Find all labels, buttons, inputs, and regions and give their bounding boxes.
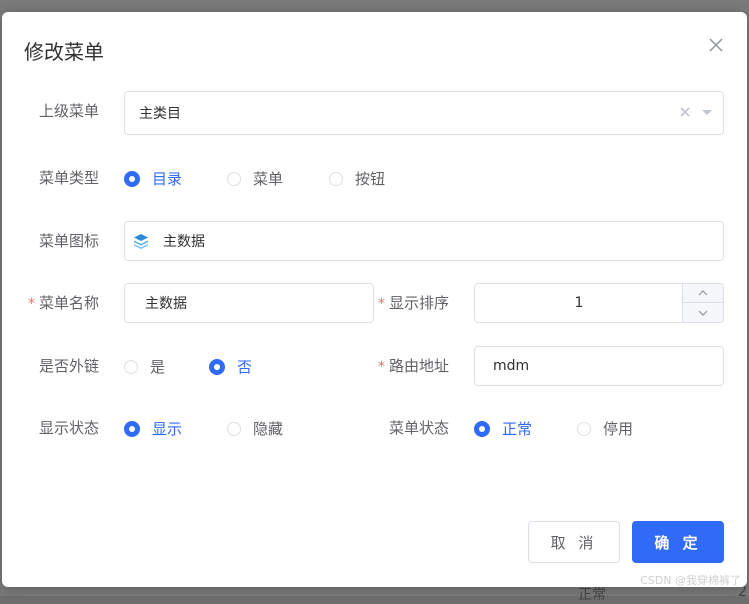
- radio-label: 隐藏: [253, 420, 284, 438]
- display-order-label: * 显示排序: [378, 294, 450, 312]
- required-asterisk: *: [378, 296, 385, 312]
- radio-label: 菜单: [253, 170, 284, 188]
- radio-label: 是: [150, 358, 166, 376]
- radio-checked-icon: [124, 420, 140, 437]
- radio-label: 目录: [152, 170, 183, 188]
- route-path-value: mdm: [493, 358, 530, 374]
- required-asterisk: *: [378, 359, 385, 375]
- radio-label: 正常: [502, 420, 533, 438]
- parent-menu-label: 上级菜单: [39, 102, 100, 120]
- radio-unchecked-icon: [227, 171, 241, 186]
- parent-menu-select[interactable]: 主类目: [124, 91, 724, 135]
- database-icon: [133, 233, 149, 249]
- chevron-up-icon[interactable]: [683, 284, 723, 303]
- edit-menu-dialog: 修改菜单 上级菜单 主类目 菜单类型 目录 菜单 按钮 菜单图标 主数据 * 菜…: [2, 12, 747, 587]
- radio-label: 停用: [603, 420, 634, 438]
- radio-label: 否: [237, 358, 253, 376]
- menu-name-value: 主数据: [145, 296, 187, 312]
- radio-label: 按钮: [355, 170, 386, 188]
- display-order-value: 1: [574, 295, 584, 311]
- display-order-stepper[interactable]: 1: [474, 283, 724, 323]
- stepper-controls: [682, 284, 723, 322]
- is-external-option-no[interactable]: 否: [209, 356, 252, 377]
- route-path-label: * 路由地址: [378, 357, 450, 375]
- menu-icon-value: 主数据: [163, 234, 205, 250]
- menu-type-label: 菜单类型: [39, 169, 100, 187]
- is-external-option-yes[interactable]: 是: [124, 356, 165, 377]
- chevron-down-icon[interactable]: [701, 106, 713, 122]
- radio-checked-icon: [209, 358, 225, 375]
- menu-icon-label: 菜单图标: [39, 232, 100, 250]
- menu-type-option-menu[interactable]: 菜单: [227, 168, 283, 189]
- radio-unchecked-icon: [329, 171, 343, 186]
- status-option-disabled[interactable]: 停用: [577, 418, 633, 439]
- radio-label: 显示: [152, 420, 183, 438]
- radio-checked-icon: [474, 420, 490, 437]
- radio-unchecked-icon: [124, 359, 138, 374]
- radio-unchecked-icon: [227, 421, 241, 436]
- chevron-down-icon[interactable]: [683, 303, 723, 322]
- parent-menu-value: 主类目: [139, 106, 181, 122]
- required-asterisk: *: [28, 296, 35, 312]
- route-path-input[interactable]: mdm: [474, 346, 724, 386]
- background-status-text: 正常: [578, 587, 606, 603]
- confirm-button[interactable]: 确 定: [632, 521, 724, 563]
- menu-type-option-directory[interactable]: 目录: [124, 168, 182, 189]
- radio-checked-icon: [124, 170, 140, 187]
- cancel-button[interactable]: 取 消: [528, 521, 620, 563]
- visible-option-show[interactable]: 显示: [124, 418, 182, 439]
- menu-name-input[interactable]: 主数据: [124, 283, 374, 323]
- status-label: 菜单状态: [389, 419, 450, 437]
- dialog-title: 修改菜单: [24, 40, 104, 64]
- radio-unchecked-icon: [577, 421, 591, 436]
- visible-label: 显示状态: [39, 419, 100, 437]
- clear-icon[interactable]: [679, 106, 691, 122]
- menu-icon-input[interactable]: 主数据: [124, 221, 724, 261]
- menu-type-option-button[interactable]: 按钮: [329, 168, 385, 189]
- visible-option-hide[interactable]: 隐藏: [227, 418, 283, 439]
- menu-name-label: * 菜单名称: [28, 294, 100, 312]
- is-external-label: 是否外链: [39, 357, 100, 375]
- watermark-text: CSDN @我穿棉裤了: [640, 574, 741, 587]
- close-icon[interactable]: [707, 36, 725, 54]
- status-option-normal[interactable]: 正常: [474, 418, 532, 439]
